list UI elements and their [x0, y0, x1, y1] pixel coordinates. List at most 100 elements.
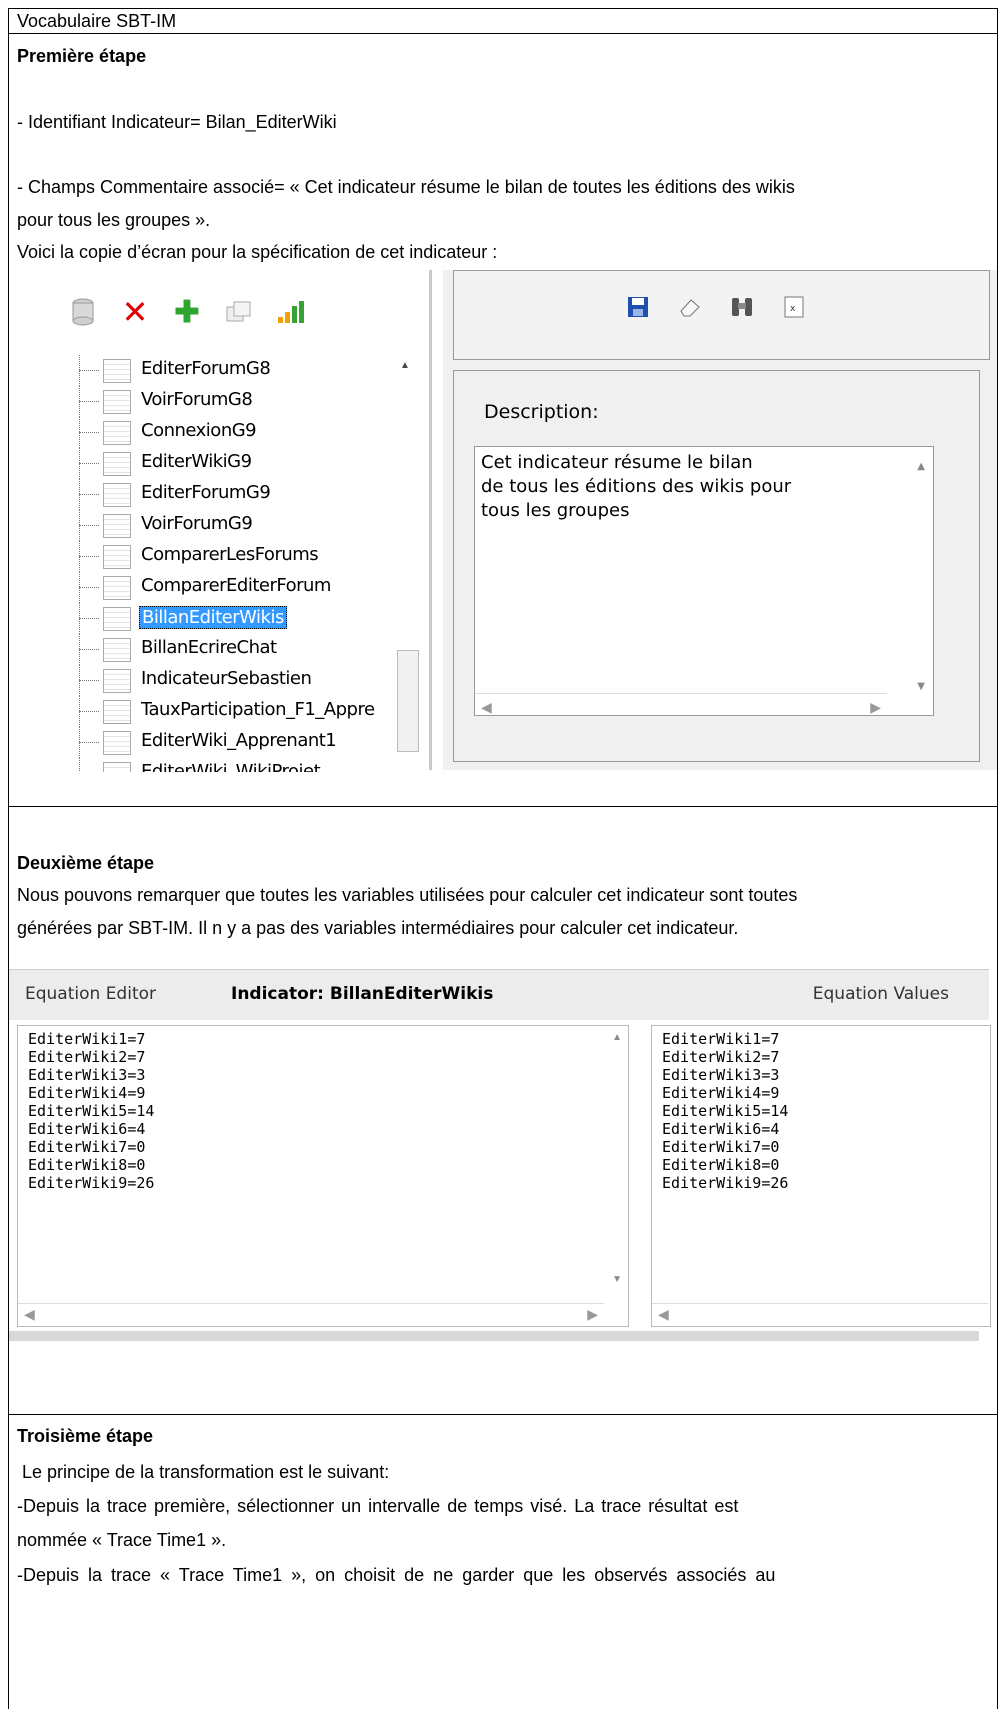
document-icon — [103, 483, 131, 507]
equation-values-textarea[interactable]: EditerWiki1=7 EditerWiki2=7 EditerWiki3=… — [651, 1025, 991, 1327]
tree-item[interactable]: ComparerEditerForum — [79, 572, 409, 603]
eraser-icon[interactable] — [676, 293, 704, 321]
equation-editor-label: Equation Editor — [25, 984, 157, 1004]
scroll-down-icon[interactable]: ▼ — [917, 675, 925, 699]
tree-item[interactable]: IndicateurSebastien — [79, 665, 409, 696]
value-line: EditerWiki4=9 — [662, 1084, 780, 1102]
step3-title: Troisième étape — [17, 1426, 154, 1446]
delete-icon[interactable]: ✕ — [121, 294, 149, 330]
horizontal-scrollbar[interactable]: ◀ ▶ — [475, 693, 887, 716]
step2-title: Deuxième étape — [17, 853, 155, 873]
step3-row: Troisième étape Le principe de la transf… — [9, 1415, 997, 1715]
scroll-left-icon[interactable]: ◀ — [24, 1306, 35, 1323]
value-line: EditerWiki2=7 — [662, 1048, 780, 1066]
tree-item[interactable]: EditerForumG8 — [79, 355, 409, 386]
document-icon — [103, 514, 131, 538]
tree-item-selected[interactable]: BillanEditerWikis — [79, 603, 409, 634]
indicator-label: Indicator: BillanEditerWikis — [231, 984, 494, 1004]
equation-line: EditerWiki2=7 — [28, 1048, 146, 1066]
excel-icon[interactable]: x — [780, 293, 808, 321]
tree-item[interactable]: ComparerLesForums — [79, 541, 409, 572]
scroll-up-icon[interactable]: ▲ — [917, 455, 925, 479]
scroll-down-icon[interactable]: ▼ — [612, 1274, 622, 1285]
equation-line: EditerWiki9=26 — [28, 1174, 155, 1192]
tree-item[interactable]: EditerWiki_Apprenant1 — [79, 727, 409, 758]
equation-editor-header: Equation Editor Indicator: BillanEditerW… — [9, 969, 989, 1020]
document-icon — [103, 545, 131, 569]
horizontal-scrollbar[interactable]: ◀ — [652, 1303, 988, 1326]
description-label: Description: — [484, 401, 599, 423]
equation-line: EditerWiki4=9 — [28, 1084, 146, 1102]
database-icon[interactable] — [69, 298, 97, 326]
document-icon — [103, 390, 131, 414]
binoculars-icon[interactable] — [728, 293, 756, 321]
indicator-tree: EditerForumG8 VoirForumG8 ConnexionG9 Ed… — [79, 355, 409, 772]
equation-values-label: Equation Values — [812, 984, 949, 1004]
value-line: EditerWiki1=7 — [662, 1030, 780, 1048]
document-icon — [103, 359, 131, 383]
tree-scrollbar[interactable]: ▲ — [397, 360, 419, 770]
value-line: EditerWiki7=0 — [662, 1138, 780, 1156]
step2-row: Deuxième étape Nous pouvons remarquer qu… — [9, 807, 997, 1415]
step3-line3: nommée « Trace Time1 ». — [17, 1530, 227, 1550]
document-icon — [103, 452, 131, 476]
step2-paragraph-b: générées par SBT-IM. Il n y a pas des va… — [17, 918, 739, 938]
svg-text:x: x — [790, 304, 796, 314]
tree-item[interactable]: TauxParticipation_F1_Appre — [79, 696, 409, 727]
equation-line: EditerWiki7=0 — [28, 1138, 146, 1156]
document-icon — [103, 638, 131, 662]
panel-footer-bar — [9, 1331, 979, 1341]
value-line: EditerWiki6=4 — [662, 1120, 780, 1138]
equation-line: EditerWiki1=7 — [28, 1030, 146, 1048]
copy-icon[interactable] — [225, 298, 253, 326]
document-table: Vocabulaire SBT-IM Première étape - Iden… — [8, 8, 998, 1709]
document-icon — [103, 669, 131, 693]
tree-item[interactable]: VoirForumG8 — [79, 386, 409, 417]
scroll-up-icon[interactable]: ▲ — [612, 1032, 622, 1043]
tree-item[interactable]: EditerWiki_WikiProjet — [79, 758, 409, 772]
equation-line: EditerWiki8=0 — [28, 1156, 146, 1174]
scroll-right-icon[interactable]: ▶ — [587, 1306, 598, 1323]
indicator-spec-screenshot: ✕ ✚ EditerForumG8 VoirForumG8 ConnexionG… — [9, 270, 997, 772]
document-icon — [103, 762, 131, 772]
chart-icon[interactable] — [277, 298, 305, 326]
value-line: EditerWiki9=26 — [662, 1174, 789, 1192]
scroll-left-icon[interactable]: ◀ — [658, 1306, 669, 1323]
header-row: Vocabulaire SBT-IM — [9, 9, 997, 34]
scroll-thumb[interactable] — [397, 650, 419, 752]
tree-item[interactable]: EditerForumG9 — [79, 479, 409, 510]
step1-identifier: - Identifiant Indicateur= Bilan_EditerWi… — [17, 112, 337, 132]
scroll-right-icon[interactable]: ▶ — [870, 696, 881, 720]
scroll-up-icon[interactable]: ▲ — [400, 360, 410, 371]
step3-line1: Le principe de la transformation est le … — [17, 1462, 390, 1482]
step3-line4: -Depuis la trace « Trace Time1 », on cho… — [17, 1565, 776, 1585]
indicator-tree-pane: ✕ ✚ EditerForumG8 VoirForumG8 ConnexionG… — [9, 270, 432, 772]
scroll-left-icon[interactable]: ◀ — [481, 696, 492, 720]
save-icon[interactable] — [624, 293, 652, 321]
document-icon — [103, 607, 131, 631]
indicator-detail-pane: x Description: Cet indicateur résume le … — [443, 270, 997, 770]
equation-editor-screenshot: Equation Editor Indicator: BillanEditerW… — [9, 969, 991, 1349]
horizontal-scrollbar[interactable]: ◀ ▶ — [18, 1303, 604, 1326]
equation-line: EditerWiki3=3 — [28, 1066, 146, 1084]
value-line: EditerWiki8=0 — [662, 1156, 780, 1174]
document-title: Vocabulaire SBT-IM — [17, 11, 177, 31]
equation-line: EditerWiki5=14 — [28, 1102, 155, 1120]
document-icon — [103, 576, 131, 600]
description-textarea[interactable]: Cet indicateur résume le bilan de tous l… — [474, 446, 934, 716]
description-panel: Description: Cet indicateur résume le bi… — [453, 370, 980, 762]
tree-item[interactable]: EditerWikiG9 — [79, 448, 409, 479]
detail-toolbar: x — [453, 270, 990, 360]
step3-line2: -Depuis la trace première, sélectionner … — [17, 1496, 739, 1516]
add-icon[interactable]: ✚ — [173, 296, 201, 329]
step1-screenshot-intro: Voici la copie d’écran pour la spécifica… — [17, 242, 498, 262]
equation-line: EditerWiki6=4 — [28, 1120, 146, 1138]
document-icon — [103, 700, 131, 724]
document-icon — [103, 731, 131, 755]
tree-item[interactable]: ConnexionG9 — [79, 417, 409, 448]
document-icon — [103, 421, 131, 445]
tree-item[interactable]: VoirForumG9 — [79, 510, 409, 541]
equation-editor-textarea[interactable]: EditerWiki1=7 EditerWiki2=7 EditerWiki3=… — [17, 1025, 629, 1327]
tree-item[interactable]: BillanEcrireChat — [79, 634, 409, 665]
step1-comment-a: - Champs Commentaire associé= « Cet indi… — [17, 177, 795, 197]
